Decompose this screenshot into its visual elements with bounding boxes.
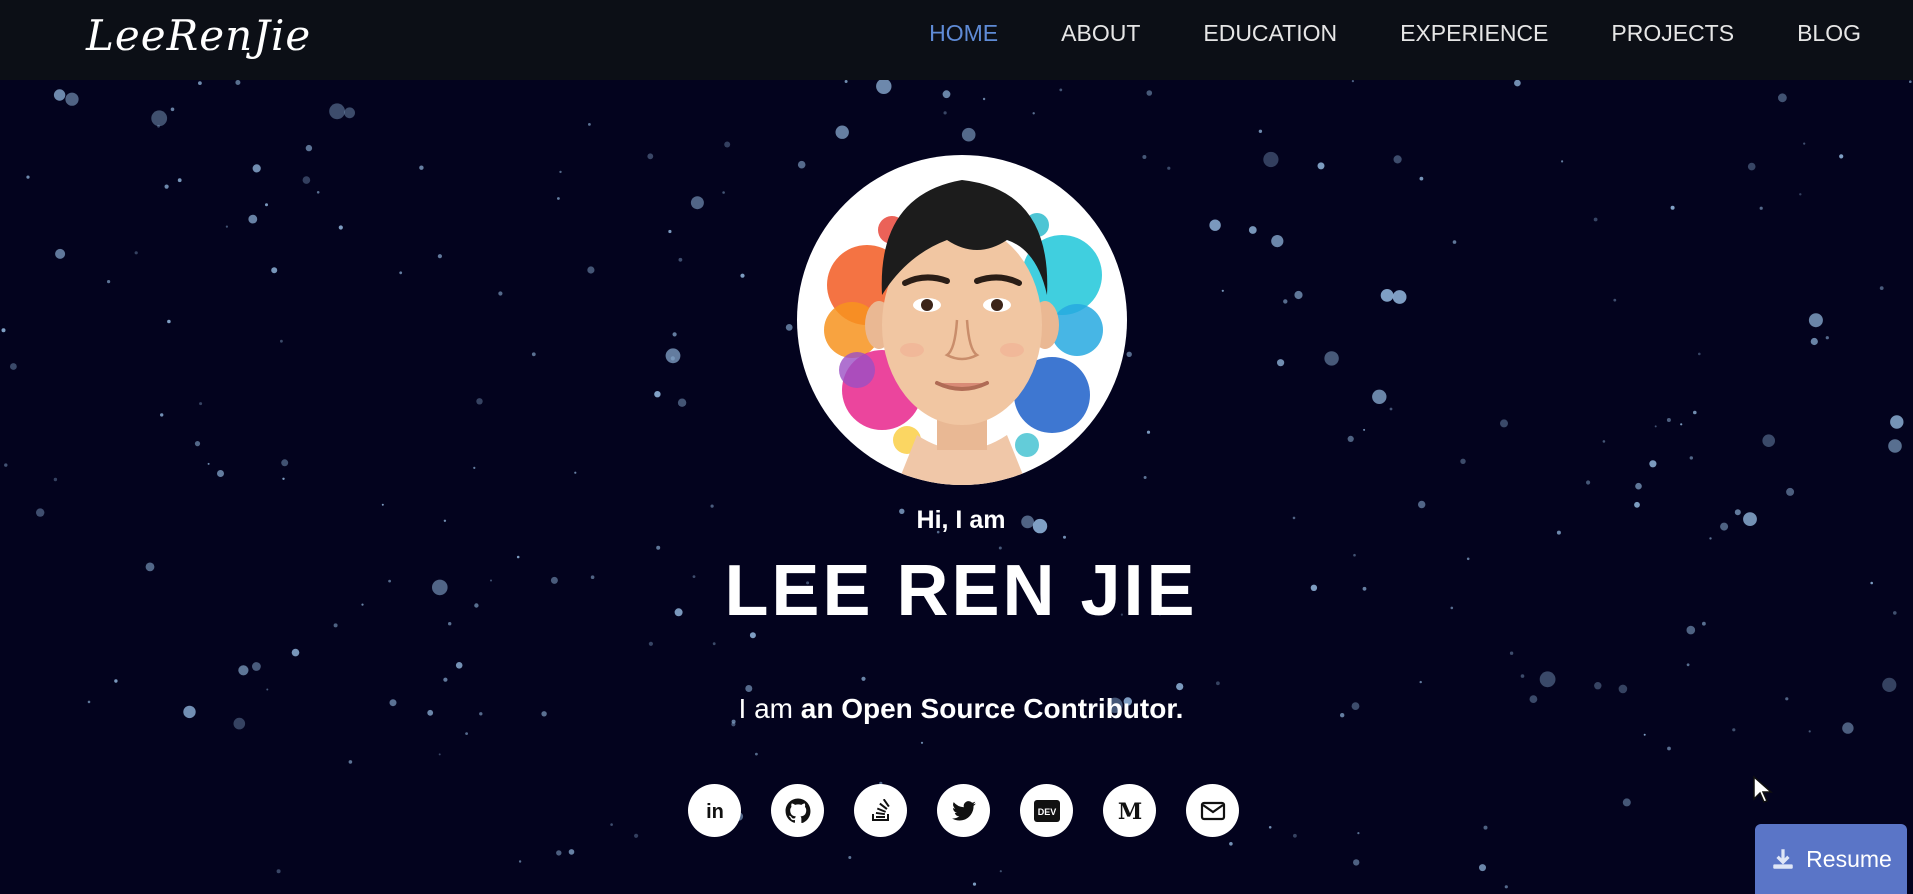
mouse-cursor-icon	[1753, 775, 1773, 803]
resume-label: Resume	[1806, 845, 1892, 872]
brand-logo[interactable]: LeeRenJie	[86, 4, 311, 68]
social-links: in DEV M	[688, 784, 1239, 837]
hero-greeting: Hi, I am	[916, 506, 1006, 534]
stackoverflow-icon	[871, 798, 890, 821]
dev-icon: DEV	[1033, 799, 1060, 822]
github-link[interactable]	[771, 784, 824, 837]
nav-item-home[interactable]: HOME	[929, 20, 998, 47]
github-icon	[785, 798, 810, 823]
download-icon	[1773, 849, 1793, 869]
nav-item-experience[interactable]: EXPERIENCE	[1400, 20, 1548, 47]
linkedin-icon: in	[706, 801, 724, 823]
avatar-illustration	[824, 180, 1103, 485]
resume-button[interactable]: Resume	[1755, 824, 1907, 894]
linkedin-link[interactable]: in	[688, 784, 741, 837]
avatar	[797, 155, 1127, 485]
stackoverflow-link[interactable]	[854, 784, 907, 837]
hero-tagline: I am an Open Source Contributor.	[0, 693, 1913, 725]
tagline-highlight: an Open Source Contributor.	[800, 693, 1184, 724]
nav-item-blog[interactable]: BLOG	[1797, 20, 1861, 47]
dev-link[interactable]: DEV	[1020, 784, 1073, 837]
nav-item-about[interactable]: ABOUT	[1061, 20, 1140, 47]
nav-item-education[interactable]: EDUCATION	[1203, 20, 1337, 47]
email-icon	[1200, 801, 1225, 820]
hero-name: LEE REN JIE	[724, 551, 1198, 631]
nav-item-projects[interactable]: PROJECTS	[1611, 20, 1734, 47]
tagline-prefix: I am	[738, 693, 793, 724]
navbar: LeeRenJie HOME ABOUT EDUCATION EXPERIENC…	[0, 0, 1913, 80]
medium-icon: M	[1117, 799, 1141, 824]
svg-text:M: M	[1117, 799, 1141, 824]
nav-links: HOME ABOUT EDUCATION EXPERIENCE PROJECTS…	[929, 0, 1861, 66]
email-link[interactable]	[1186, 784, 1239, 837]
twitter-link[interactable]	[937, 784, 990, 837]
svg-text:DEV: DEV	[1037, 807, 1056, 817]
svg-text:in: in	[706, 801, 724, 823]
twitter-icon	[951, 800, 976, 821]
page: LeeRenJie HOME ABOUT EDUCATION EXPERIENC…	[0, 0, 1913, 894]
hero-section: Hi, I am LEE REN JIE I am an Open Source…	[0, 0, 1913, 894]
medium-link[interactable]: M	[1103, 784, 1156, 837]
